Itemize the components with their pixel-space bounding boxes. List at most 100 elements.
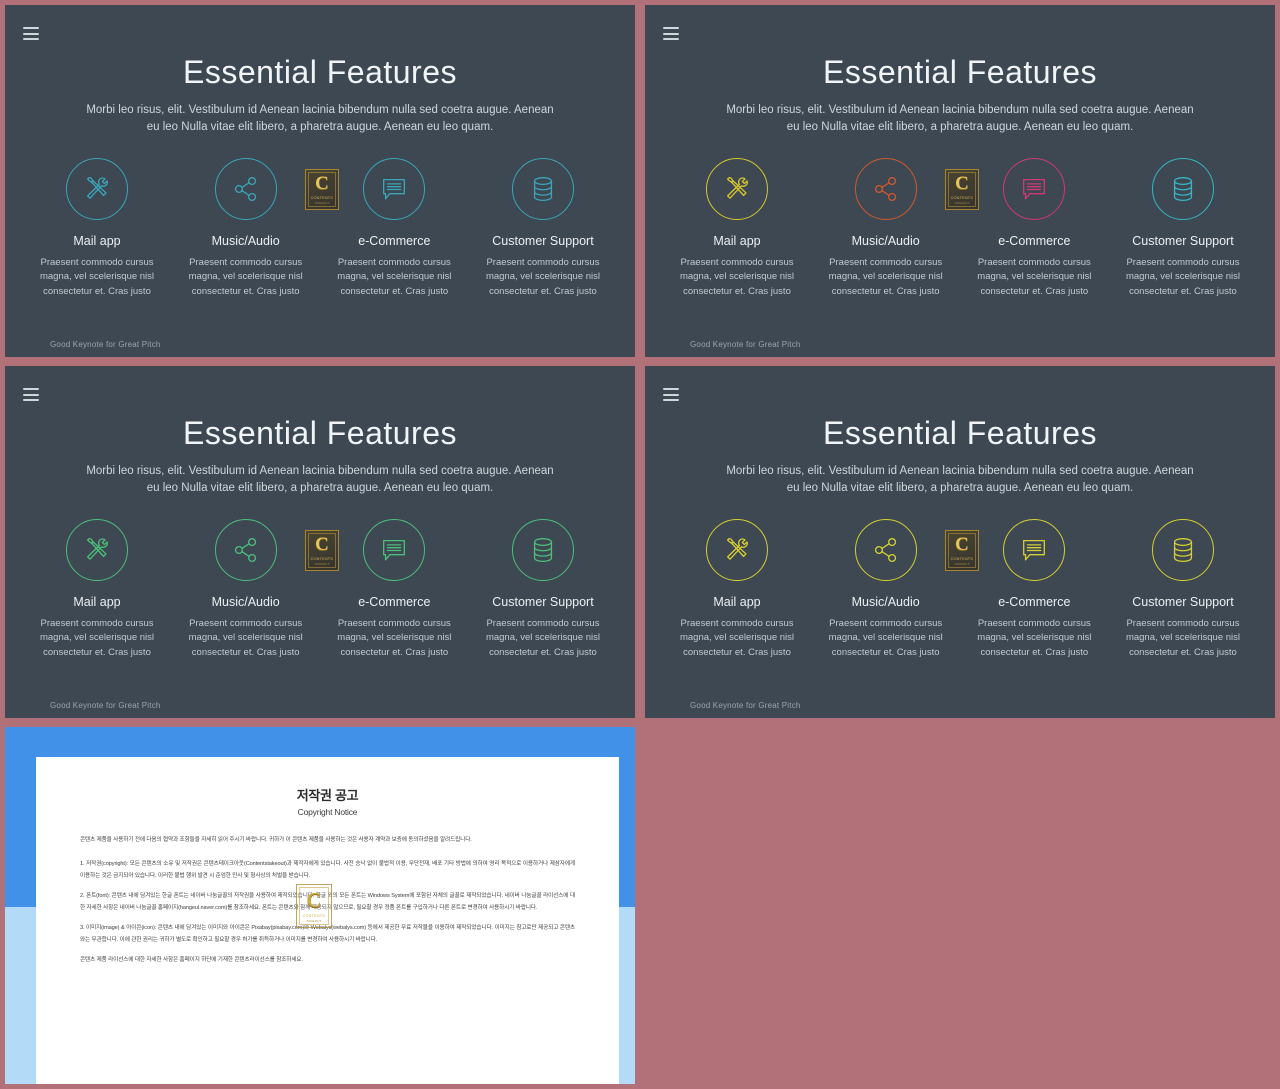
feature-item[interactable]: e-Commerce Praesent commodo cursus magna… <box>324 157 464 300</box>
feature-description: Praesent commodo cursus magna, vel scele… <box>485 256 600 297</box>
feature-description: Praesent commodo cursus magna, vel scele… <box>1125 256 1240 297</box>
feature-item[interactable]: Customer Support Praesent commodo cursus… <box>473 518 613 661</box>
watermark-line2: TAKEOUT <box>314 201 330 205</box>
doc-paragraph: 콘텐츠 제품을 사용하기 전에 다음의 협약과 조항들을 자세히 읽어 주시기 … <box>80 837 472 843</box>
feature-item[interactable]: Music/Audio Praesent commodo cursus magn… <box>816 157 956 300</box>
feature-title: Customer Support <box>492 233 594 248</box>
feature-item[interactable]: Mail app Praesent commodo cursus magna, … <box>27 518 167 661</box>
feature-item[interactable]: Music/Audio Praesent commodo cursus magn… <box>176 518 316 661</box>
hamburger-icon[interactable] <box>663 388 679 401</box>
tools-icon <box>706 157 768 220</box>
feature-title: e-Commerce <box>358 594 431 609</box>
doc-paragraph: 1. 저작권(copyright): 모든 콘텐츠의 소유 및 저작권은 콘텐츠… <box>80 861 575 879</box>
feature-description: Praesent commodo cursus magna, vel scele… <box>188 617 303 658</box>
feature-description: Praesent commodo cursus magna, vel scele… <box>977 617 1092 658</box>
page-subtitle: Morbi leo risus, elit. Vestibulum id Aen… <box>726 104 1194 133</box>
watermark-letter: C <box>315 173 329 194</box>
hamburger-icon[interactable] <box>23 27 39 40</box>
doc-paragraph: 콘텐츠 제품 라이선스에 대한 자세한 사항은 홈페이지 하단에 기재한 콘텐츠… <box>80 957 303 964</box>
feature-item[interactable]: Mail app Praesent commodo cursus magna, … <box>667 518 807 661</box>
slide-preview-1[interactable]: Essential Features Morbi leo risus, elit… <box>5 5 635 357</box>
feature-title: e-Commerce <box>998 233 1071 248</box>
watermark-letter: C <box>315 534 329 555</box>
watermark-line2: TAKEOUT <box>314 562 330 566</box>
feature-description: Praesent commodo cursus magna, vel scele… <box>485 617 600 658</box>
feature-description: Praesent commodo cursus magna, vel scele… <box>1125 617 1240 658</box>
feature-item[interactable]: Customer Support Praesent commodo cursus… <box>1113 518 1253 661</box>
chat-bubble-icon <box>363 518 426 581</box>
share-icon <box>854 518 917 581</box>
contents-takeout-watermark: C CONTENTS TAKEOUT <box>945 530 979 571</box>
feature-item[interactable]: Mail app Praesent commodo cursus magna, … <box>667 157 807 300</box>
feature-description: Praesent commodo cursus magna, vel scele… <box>679 617 795 658</box>
feature-description: Praesent commodo cursus magna, vel scele… <box>828 617 943 658</box>
page-title: Essential Features <box>822 54 1097 90</box>
share-icon <box>214 157 277 220</box>
slide-preview-2[interactable]: Essential Features Morbi leo risus, elit… <box>645 5 1275 357</box>
page-subtitle: Morbi leo risus, elit. Vestibulum id Aen… <box>86 465 554 494</box>
feature-description: Praesent commodo cursus magna, vel scele… <box>39 617 155 658</box>
slide-footer: Good Keynote for Great Pitch <box>690 340 801 349</box>
feature-description: Praesent commodo cursus magna, vel scele… <box>337 256 452 297</box>
contents-takeout-watermark: C CONTENTS TAKEOUT <box>945 169 979 210</box>
watermark-letter: C <box>306 887 322 912</box>
slide-footer: Good Keynote for Great Pitch <box>50 701 161 710</box>
database-icon <box>1151 518 1214 581</box>
feature-title: Customer Support <box>492 594 594 609</box>
page-subtitle: Morbi leo risus, elit. Vestibulum id Aen… <box>726 465 1194 494</box>
watermark-letter: C <box>955 173 969 194</box>
slide-footer: Good Keynote for Great Pitch <box>50 340 161 349</box>
feature-item[interactable]: Customer Support Praesent commodo cursus… <box>1113 157 1253 300</box>
feature-item[interactable]: Mail app Praesent commodo cursus magna, … <box>27 157 167 300</box>
contents-takeout-watermark: C CONTENTS TAKEOUT <box>305 530 339 571</box>
watermark-line1: CONTENTS <box>310 195 334 200</box>
tools-icon <box>66 157 128 220</box>
feature-description: Praesent commodo cursus magna, vel scele… <box>977 256 1092 297</box>
empty-grid-cell <box>640 723 1280 1089</box>
feature-item[interactable]: Customer Support Praesent commodo cursus… <box>473 157 613 300</box>
feature-title: Mail app <box>713 594 761 609</box>
slide-preview-4[interactable]: Essential Features Morbi leo risus, elit… <box>645 366 1275 718</box>
hamburger-icon[interactable] <box>663 27 679 40</box>
feature-description: Praesent commodo cursus magna, vel scele… <box>39 256 155 297</box>
feature-item[interactable]: e-Commerce Praesent commodo cursus magna… <box>324 518 464 661</box>
doc-title-english: Copyright Notice <box>297 807 358 817</box>
feature-title: Music/Audio <box>851 233 920 248</box>
hamburger-icon[interactable] <box>23 388 39 401</box>
feature-item[interactable]: e-Commerce Praesent commodo cursus magna… <box>964 157 1104 300</box>
database-icon <box>511 157 574 220</box>
share-icon <box>854 157 917 220</box>
page-title: Essential Features <box>182 415 457 451</box>
watermark-line1: CONTENTS <box>302 912 326 918</box>
watermark-line1: CONTENTS <box>310 556 334 561</box>
feature-description: Praesent commodo cursus magna, vel scele… <box>337 617 452 658</box>
tools-icon <box>66 518 128 581</box>
watermark-line2: TAKEOUT <box>954 562 970 566</box>
feature-description: Praesent commodo cursus magna, vel scele… <box>188 256 303 297</box>
page-title: Essential Features <box>822 415 1097 451</box>
feature-item[interactable]: Music/Audio Praesent commodo cursus magn… <box>176 157 316 300</box>
feature-description: Praesent commodo cursus magna, vel scele… <box>679 256 795 297</box>
share-icon <box>214 518 277 581</box>
feature-title: Music/Audio <box>211 233 280 248</box>
watermark-line1: CONTENTS <box>950 195 974 200</box>
contents-takeout-watermark: C CONTENTS TAKEOUT <box>296 884 332 928</box>
feature-title: Mail app <box>713 233 761 248</box>
watermark-line1: CONTENTS <box>950 556 974 561</box>
doc-title-korean: 저작권 공고 <box>296 788 359 803</box>
slide-preview-3[interactable]: Essential Features Morbi leo risus, elit… <box>5 366 635 718</box>
chat-bubble-icon <box>1003 518 1066 581</box>
feature-item[interactable]: Music/Audio Praesent commodo cursus magn… <box>816 518 956 661</box>
database-icon <box>511 518 574 581</box>
feature-title: Customer Support <box>1132 594 1234 609</box>
feature-title: Mail app <box>73 233 121 248</box>
watermark-line2: TAKEOUT <box>306 918 322 923</box>
slide-preview-grid: Essential Features Morbi leo risus, elit… <box>0 0 1280 1089</box>
feature-description: Praesent commodo cursus magna, vel scele… <box>828 256 943 297</box>
feature-title: Mail app <box>73 594 121 609</box>
feature-title: Customer Support <box>1132 233 1234 248</box>
page-title: Essential Features <box>182 54 457 90</box>
slide-footer: Good Keynote for Great Pitch <box>690 701 801 710</box>
watermark-line2: TAKEOUT <box>954 201 970 205</box>
feature-item[interactable]: e-Commerce Praesent commodo cursus magna… <box>964 518 1104 661</box>
